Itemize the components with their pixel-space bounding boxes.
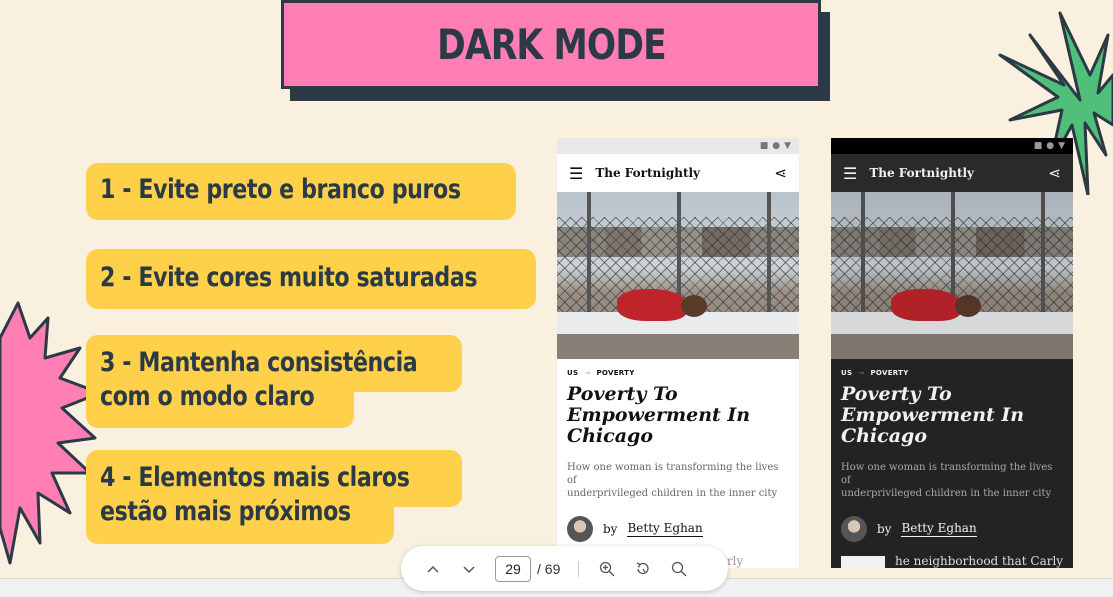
share-icon[interactable]: ⋖ bbox=[1048, 164, 1061, 182]
headline-line: Poverty To bbox=[841, 383, 952, 405]
tip-3-line-2: com o modo claro bbox=[100, 381, 315, 412]
article-dek: How one woman is transforming the lives … bbox=[841, 461, 1063, 500]
status-bar: ■ ● ▼ bbox=[557, 138, 799, 154]
tip-4-line-1: 4 - Elementos mais claros bbox=[100, 462, 410, 493]
author-link[interactable]: Betty Eghan bbox=[627, 521, 703, 537]
page-total: / 69 bbox=[537, 560, 561, 577]
zoom-in-icon bbox=[600, 561, 615, 576]
drop-cap-block bbox=[841, 556, 885, 568]
light-mode-phone: ■ ● ▼ ☰ The Fortnightly ⋖ US → POVERTY P… bbox=[557, 138, 799, 568]
battery-icon: ▼ bbox=[1058, 141, 1065, 151]
headline-line: Chicago bbox=[841, 425, 927, 447]
chevron-down-icon bbox=[463, 565, 475, 573]
tag-poverty[interactable]: POVERTY bbox=[597, 369, 635, 377]
next-page-button[interactable] bbox=[451, 553, 487, 585]
title-box: DARK MODE bbox=[281, 0, 821, 89]
tip-4-line-2: estão mais próximos bbox=[100, 496, 351, 527]
menu-icon[interactable]: ☰ bbox=[569, 164, 583, 183]
byline-prefix: by bbox=[603, 522, 618, 536]
dek-line: underprivileged children in the inner ci… bbox=[841, 488, 1052, 499]
author-avatar bbox=[841, 516, 867, 542]
dark-mode-phone: ■ ● ▼ ☰ The Fortnightly ⋖ US → POVERTY P… bbox=[831, 138, 1073, 568]
zoom-in-button[interactable] bbox=[589, 553, 625, 585]
status-bar: ■ ● ▼ bbox=[831, 138, 1073, 154]
article-content: US → POVERTY Poverty To Empowerment In C… bbox=[557, 359, 799, 542]
rotate-button[interactable] bbox=[625, 553, 661, 585]
signal-icon: ■ bbox=[759, 141, 769, 151]
tip-1-text: 1 - Evite preto e branco puros bbox=[100, 174, 461, 205]
headline-line: Empowerment In bbox=[841, 404, 1025, 426]
tag-separator: → bbox=[858, 369, 865, 377]
toolbar-divider bbox=[578, 560, 580, 577]
article-headline: Poverty To Empowerment In Chicago bbox=[841, 384, 1063, 447]
share-icon[interactable]: ⋖ bbox=[774, 164, 787, 182]
app-bar: ☰ The Fortnightly ⋖ bbox=[557, 154, 799, 192]
next-paragraph: he neighborhood that Carly bbox=[841, 554, 1063, 568]
tag-poverty[interactable]: POVERTY bbox=[871, 369, 909, 377]
headline-line: Poverty To bbox=[567, 383, 678, 405]
tip-3-line-2-box: com o modo claro bbox=[86, 380, 354, 428]
battery-icon: ▼ bbox=[784, 141, 791, 151]
author-link[interactable]: Betty Eghan bbox=[901, 521, 977, 537]
signal-icon: ■ bbox=[1033, 141, 1043, 151]
byline: by Betty Eghan bbox=[841, 516, 1063, 542]
tip-4-line-2-box: estão mais próximos bbox=[86, 495, 394, 544]
dek-line: How one woman is transforming the lives … bbox=[567, 462, 779, 486]
search-button[interactable] bbox=[661, 553, 697, 585]
presentation-slide: DARK MODE 1 - Evite preto e branco puros… bbox=[0, 0, 1113, 578]
search-icon bbox=[672, 561, 687, 576]
tip-3-line-1: 3 - Mantenha consistência bbox=[100, 347, 418, 378]
tag-us[interactable]: US bbox=[841, 369, 852, 377]
article-tags: US → POVERTY bbox=[567, 369, 789, 377]
chevron-up-icon bbox=[427, 565, 439, 573]
page-number-input[interactable] bbox=[495, 555, 531, 582]
brand-name: The Fortnightly bbox=[595, 166, 701, 180]
next-paragraph-text: he neighborhood that Carly bbox=[895, 554, 1064, 568]
wifi-icon: ● bbox=[1046, 141, 1055, 151]
tip-1: 1 - Evite preto e branco puros bbox=[86, 163, 516, 220]
tip-2: 2 - Evite cores muito saturadas bbox=[86, 249, 536, 309]
menu-icon[interactable]: ☰ bbox=[843, 164, 857, 183]
byline-prefix: by bbox=[877, 522, 892, 536]
previous-page-button[interactable] bbox=[415, 553, 451, 585]
headline-line: Empowerment In bbox=[567, 404, 751, 426]
article-headline: Poverty To Empowerment In Chicago bbox=[567, 384, 789, 447]
headline-line: Chicago bbox=[567, 425, 653, 447]
tag-us[interactable]: US bbox=[567, 369, 578, 377]
article-content: US → POVERTY Poverty To Empowerment In C… bbox=[831, 359, 1073, 542]
rotate-icon bbox=[637, 561, 649, 574]
article-dek: How one woman is transforming the lives … bbox=[567, 461, 789, 500]
dek-line: underprivileged children in the inner ci… bbox=[567, 488, 778, 499]
wifi-icon: ● bbox=[772, 141, 781, 151]
article-photo bbox=[557, 192, 799, 359]
tag-separator: → bbox=[584, 369, 591, 377]
author-avatar bbox=[567, 516, 593, 542]
slide-title: DARK MODE bbox=[436, 20, 667, 69]
viewer-toolbar: / 69 bbox=[401, 546, 728, 591]
tip-2-text: 2 - Evite cores muito saturadas bbox=[100, 262, 478, 293]
byline: by Betty Eghan bbox=[567, 516, 789, 542]
article-photo bbox=[831, 192, 1073, 359]
app-bar: ☰ The Fortnightly ⋖ bbox=[831, 154, 1073, 192]
brand-name: The Fortnightly bbox=[869, 166, 975, 180]
article-tags: US → POVERTY bbox=[841, 369, 1063, 377]
dek-line: How one woman is transforming the lives … bbox=[841, 462, 1053, 486]
